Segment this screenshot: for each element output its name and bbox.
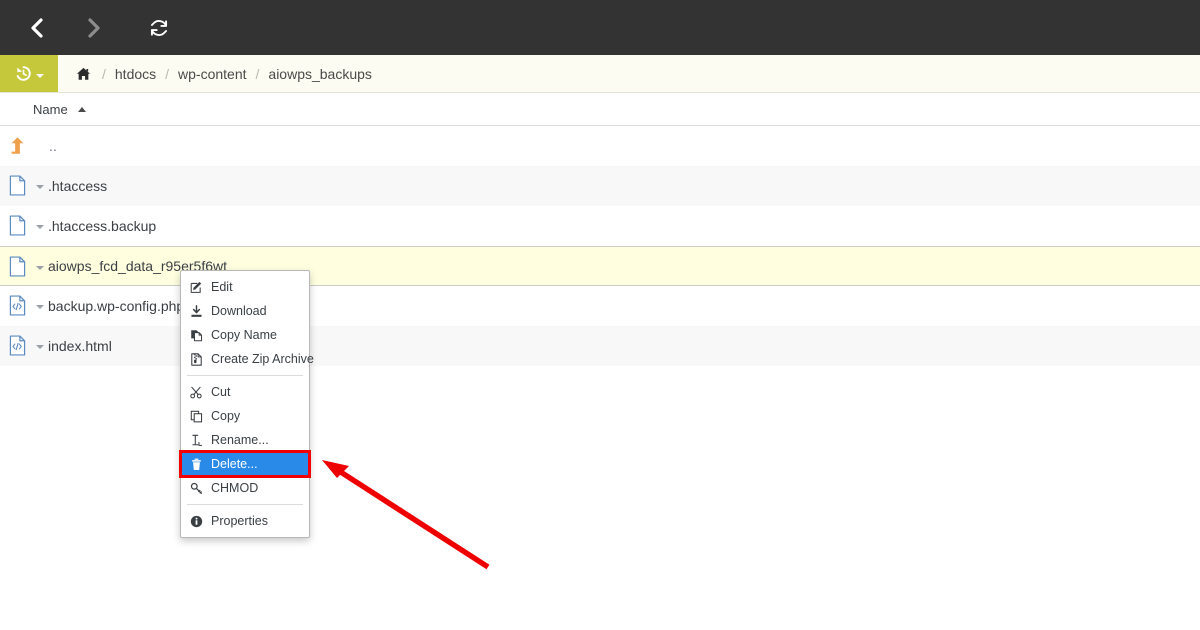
text-cursor-icon <box>190 434 211 447</box>
list-item[interactable]: .. <box>0 126 1200 166</box>
column-header-name-label: Name <box>33 101 68 117</box>
forward-button[interactable] <box>72 7 114 49</box>
context-menu-item-label: Delete... <box>211 457 258 471</box>
sort-ascending-icon <box>78 106 87 112</box>
context-menu-item-label: Create Zip Archive <box>211 352 314 366</box>
context-menu-item-copy[interactable]: Copy <box>181 404 309 428</box>
file-icon <box>9 215 33 236</box>
chevron-down-icon[interactable] <box>36 345 44 349</box>
breadcrumb: / htdocs / wp-content / aiowps_backups <box>58 55 372 92</box>
context-menu-item-label: Copy Name <box>211 328 277 342</box>
history-restore-icon <box>16 66 31 81</box>
context-menu-item-delete[interactable]: Delete... <box>179 450 311 478</box>
context-menu-item-label: Rename... <box>211 433 269 447</box>
context-menu-item-label: Cut <box>211 385 231 399</box>
file-context-menu: Edit Download Copy Name Create Zip Archi… <box>179 270 314 538</box>
chevron-left-icon <box>31 17 43 38</box>
context-menu-separator <box>187 504 303 505</box>
list-item[interactable]: .htaccess.backup <box>0 206 1200 246</box>
breadcrumb-bar: / htdocs / wp-content / aiowps_backups <box>0 55 1200 93</box>
context-menu-item-label: Properties <box>211 514 268 528</box>
context-menu-item-chmod[interactable]: CHMOD <box>181 476 309 500</box>
context-menu-item-download[interactable]: Download <box>181 299 309 323</box>
download-icon <box>190 304 211 318</box>
trash-icon <box>190 458 211 471</box>
copy-name-icon <box>190 329 211 342</box>
breadcrumb-item-htdocs[interactable]: htdocs <box>115 66 156 82</box>
home-icon[interactable] <box>76 67 91 81</box>
file-icon <box>9 175 33 196</box>
scissors-icon <box>190 386 211 399</box>
chevron-right-icon <box>88 17 100 38</box>
context-menu-item-label: Edit <box>211 280 233 294</box>
list-item-label: .. <box>49 137 57 154</box>
breadcrumb-item-wp-content[interactable]: wp-content <box>178 66 246 82</box>
context-menu-item-label: Copy <box>211 409 241 423</box>
reload-button[interactable] <box>138 7 180 49</box>
breadcrumb-separator-0: / <box>102 65 106 82</box>
restore-history-button[interactable] <box>0 55 58 92</box>
column-header-name[interactable]: Name <box>33 101 87 117</box>
list-item[interactable]: .htaccess <box>0 166 1200 206</box>
list-item-label: .htaccess <box>48 177 108 194</box>
file-icon <box>9 255 33 277</box>
context-menu-item-label: CHMOD <box>211 481 259 495</box>
breadcrumb-item-aiowps-backups[interactable]: aiowps_backups <box>268 66 372 82</box>
chevron-down-icon[interactable] <box>36 185 44 189</box>
code-file-icon <box>9 335 33 356</box>
zip-archive-icon <box>190 352 211 366</box>
key-icon <box>190 482 211 495</box>
info-icon <box>190 515 211 528</box>
chevron-down-icon <box>36 73 44 78</box>
chevron-down-icon[interactable] <box>36 265 44 270</box>
list-item-label: index.html <box>48 337 112 354</box>
breadcrumb-separator-1: / <box>165 65 170 82</box>
context-menu-item-edit[interactable]: Edit <box>181 275 309 299</box>
code-file-icon <box>9 295 33 316</box>
refresh-icon <box>150 19 168 36</box>
browser-toolbar <box>0 0 1200 55</box>
back-button[interactable] <box>16 7 58 49</box>
red-pointer-arrow <box>322 460 490 570</box>
context-menu-item-copy-name[interactable]: Copy Name <box>181 323 309 347</box>
context-menu-separator <box>187 375 303 376</box>
context-menu-item-cut[interactable]: Cut <box>181 380 309 404</box>
context-menu-item-rename[interactable]: Rename... <box>181 428 309 452</box>
table-header-row: Name <box>0 93 1200 126</box>
chevron-down-icon[interactable] <box>36 225 44 229</box>
chevron-down-icon[interactable] <box>36 305 44 309</box>
breadcrumb-separator-2: / <box>255 65 260 82</box>
up-directory-icon <box>9 136 33 156</box>
list-item-label: .htaccess.backup <box>48 217 157 234</box>
edit-pencil-icon <box>190 281 211 294</box>
context-menu-item-label: Download <box>211 304 267 318</box>
context-menu-item-create-zip-archive[interactable]: Create Zip Archive <box>181 347 314 371</box>
context-menu-item-properties[interactable]: Properties <box>181 509 309 533</box>
copy-icon <box>190 410 211 423</box>
list-item-label: backup.wp-config.php <box>48 297 185 314</box>
